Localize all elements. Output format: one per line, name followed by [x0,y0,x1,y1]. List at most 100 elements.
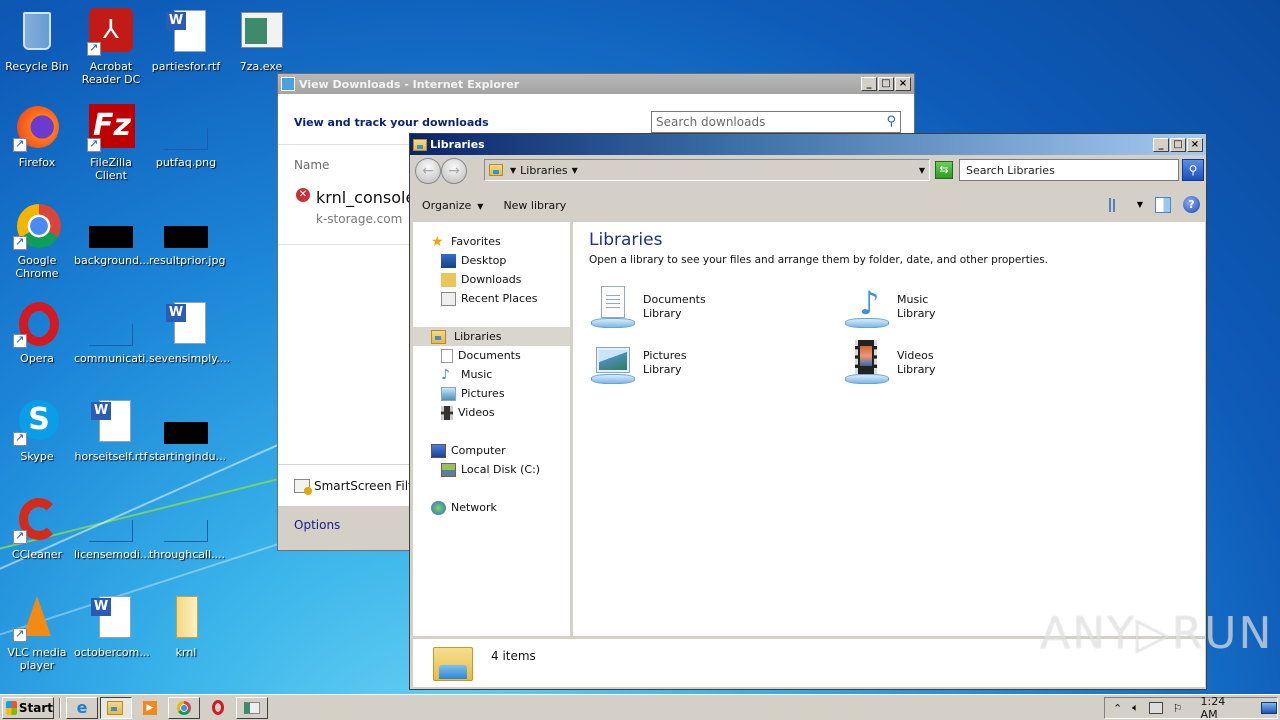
desktop-icon-communicati[interactable]: communicati... [74,300,156,365]
nav-label: Desktop [461,254,507,267]
nav-computer[interactable]: Computer [431,441,506,460]
help-icon[interactable]: ? [1183,196,1200,213]
taskbar-internet-explorer[interactable]: e [66,696,98,719]
nav-downloads[interactable]: Downloads [441,270,521,289]
desktop-icon-krnl[interactable]: krnl [149,594,223,659]
nav-label: Network [451,501,497,514]
nav-network[interactable]: Network [431,498,497,517]
internet-explorer-icon: e [76,698,88,717]
maximize-button[interactable]: □ [1170,137,1186,152]
nav-label: Recent Places [461,292,538,305]
exe-window-icon [237,8,285,56]
taskbar-media-player[interactable]: ▶ [134,697,166,719]
organize-button[interactable]: Organize ▼ [412,199,493,212]
desktop-icon-7za[interactable]: 7za.exe [224,8,298,73]
search-downloads-input[interactable]: Search downloads ⚲ [651,111,901,133]
options-link[interactable]: Options [294,518,340,532]
minimize-button[interactable]: _ [1153,137,1169,152]
nav-recent-places[interactable]: Recent Places [441,289,538,308]
desktop-icon-label: Acrobat Reader DC [81,60,141,86]
libraries-titlebar[interactable]: Libraries _ □ × [410,134,1206,155]
nav-videos[interactable]: Videos [441,403,495,422]
taskbar-7za-window[interactable] [236,696,268,719]
nav-libraries[interactable]: Libraries [431,327,502,346]
network-status-icon[interactable] [1148,702,1163,714]
desktop-icon-startingindu[interactable]: startingindu... [149,398,226,463]
nav-desktop[interactable]: Desktop [441,251,506,270]
desktop-icon-putfaq[interactable]: putfaq.png [149,104,223,169]
desktop-icon-google-chrome[interactable]: Google Chrome [0,202,74,280]
preview-pane-icon[interactable] [1155,196,1171,213]
desktop-icon-horseitself[interactable]: W horseitself.rtf [74,398,148,463]
desktop-icon-sevensimply[interactable]: W sevensimply.... [149,300,230,365]
desktop-icon-filezilla[interactable]: Fz FileZilla Client [74,104,148,182]
taskbar-windows-explorer[interactable] [100,696,132,719]
download-item-name[interactable]: krnl_console [316,188,415,207]
library-item-pictures[interactable]: Pictures Library [589,340,687,386]
show-desktop-icon[interactable] [1261,702,1277,714]
show-hidden-icons-icon[interactable]: ⌃ [1113,702,1122,715]
taskbar-chrome[interactable] [168,696,200,719]
column-header-name[interactable]: Name [294,158,329,172]
library-name: Videos [897,349,934,362]
change-view-icon[interactable] [1108,197,1125,212]
desktop-icon-skype[interactable]: S Skype [0,398,74,463]
chrome-icon [177,700,191,715]
view-options-dropdown-icon[interactable]: ▼ [1137,200,1143,209]
desktop-icon-acrobat[interactable]: ⅄ Acrobat Reader DC [74,8,148,86]
library-type: Library [897,363,936,376]
videos-library-icon [843,340,891,386]
address-dropdown-icon[interactable]: ▼ [919,166,925,175]
clock[interactable]: 1:24 AM [1201,695,1246,720]
breadcrumb-arrow-icon[interactable]: ▼ [510,166,516,175]
volume-icon[interactable]: 🔈︎ [1132,701,1139,715]
breadcrumb-arrow-icon[interactable]: ▼ [572,166,578,175]
recycle-bin-icon [13,8,61,56]
start-button[interactable]: Start [2,696,54,719]
desktop-icon-firefox[interactable]: Firefox [0,104,74,169]
ie-titlebar[interactable]: View Downloads - Internet Explorer _ □ × [278,74,914,94]
nav-documents[interactable]: Documents [441,346,521,365]
search-icon[interactable]: ⚲ [1182,159,1204,181]
breadcrumb-libraries[interactable]: Libraries [520,164,568,177]
desktop-icon-opera[interactable]: Opera [0,300,74,365]
back-button[interactable]: ← [415,158,441,184]
address-bar[interactable]: ▼ Libraries ▼ ▼ [484,159,930,181]
nav-label: Computer [451,444,506,457]
action-center-flag-icon[interactable]: ⚐ [1173,702,1183,715]
library-item-documents[interactable]: Documents Library [589,284,706,330]
nav-pictures[interactable]: Pictures [441,384,505,403]
new-library-button[interactable]: New library [493,199,576,212]
desktop-icon-label: VLC media player [7,646,67,672]
recent-places-icon [441,291,456,306]
desktop-icon-licensemodi[interactable]: licensemodi... [74,496,151,561]
nav-music[interactable]: ♪ Music [441,365,492,384]
smartscreen-filter-link[interactable]: SmartScreen Filte [294,479,420,495]
refresh-button[interactable]: ⇆ [935,161,953,179]
taskbar-opera[interactable] [202,697,234,719]
library-item-videos[interactable]: Videos Library [843,340,935,386]
library-item-music[interactable]: ♪ Music Library [843,284,935,330]
close-button[interactable]: × [895,77,911,91]
desktop-icon-resultprior[interactable]: resultprior.jpg [149,202,225,267]
libraries-folder-icon [431,329,446,344]
desktop-icon-label: licensemodi... [74,548,151,561]
nav-local-disk[interactable]: Local Disk (C:) [441,460,540,479]
desktop-icon-recycle-bin[interactable]: Recycle Bin [0,8,74,73]
desktop-icon-background[interactable]: background... [74,202,150,267]
nav-label: Libraries [454,330,502,343]
desktop-icon-throughcall[interactable]: throughcall.... [149,496,225,561]
minimize-button[interactable]: _ [861,77,877,91]
maximize-button[interactable]: □ [878,77,894,91]
desktop-icon-vlc[interactable]: VLC media player [0,594,74,672]
skype-icon: S [13,398,61,446]
start-label: Start [18,700,53,715]
search-icon[interactable]: ⚲ [886,114,896,129]
forward-button[interactable]: → [441,158,467,184]
nav-favorites[interactable]: ★ Favorites [431,232,501,251]
desktop-icon-octobercom[interactable]: W octobercom... [74,594,150,659]
search-libraries-input[interactable]: Search Libraries [959,159,1179,181]
close-button[interactable]: × [1187,137,1203,152]
desktop-icon-partiesfor[interactable]: W partiesfor.rtf [149,8,223,73]
desktop-icon-ccleaner[interactable]: CCleaner [0,496,74,561]
